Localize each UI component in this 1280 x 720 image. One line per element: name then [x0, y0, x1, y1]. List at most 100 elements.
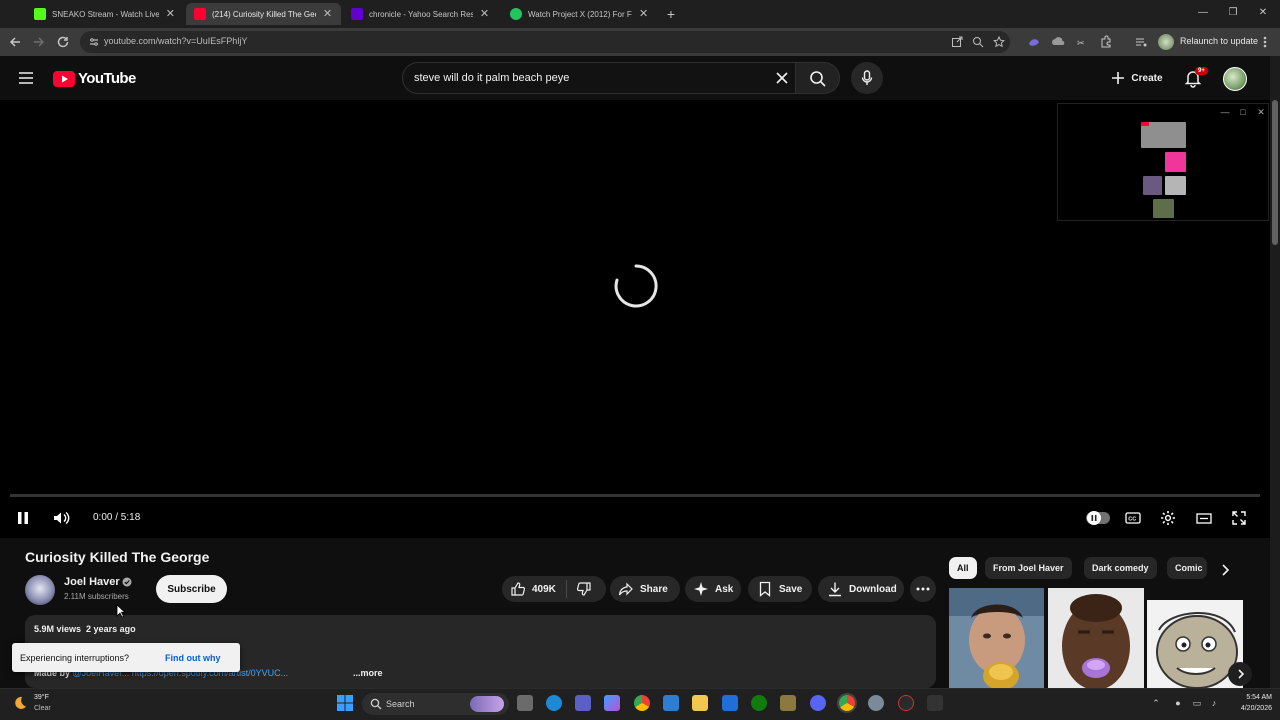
dislike-button[interactable]	[576, 581, 592, 597]
extensions-puzzle-icon[interactable]	[1099, 35, 1113, 49]
discord-icon[interactable]	[810, 695, 826, 711]
site-info-icon[interactable]	[88, 36, 100, 48]
close-window-icon[interactable]: ✕	[1256, 6, 1270, 20]
forward-arrow-icon[interactable]	[31, 34, 47, 50]
play-favicon-icon	[510, 8, 522, 20]
media-controls-icon[interactable]	[1134, 35, 1148, 49]
restore-window-icon[interactable]: ❐	[1226, 6, 1240, 20]
tab-close-icon[interactable]: ✕	[165, 8, 176, 20]
xbox-icon[interactable]	[751, 695, 767, 711]
chip-dark-comedy[interactable]: Dark comedy	[1084, 557, 1157, 579]
mini-tile-avatar	[1143, 176, 1162, 195]
share-label: Share	[640, 583, 668, 595]
mini-maximize-icon[interactable]: □	[1238, 107, 1248, 117]
volume-icon[interactable]	[52, 509, 70, 527]
channel-name[interactable]: Joel Haver	[64, 576, 120, 588]
account-avatar[interactable]	[1223, 67, 1247, 91]
zoom-icon[interactable]	[972, 36, 984, 48]
chip-comic[interactable]: Comic	[1167, 557, 1207, 579]
share-button[interactable]: Share	[610, 576, 680, 602]
mini-close-icon[interactable]: ✕	[1256, 107, 1266, 117]
bookmark-star-icon[interactable]	[993, 36, 1005, 48]
taskbar-search-box[interactable]	[362, 693, 509, 715]
epic-games-icon[interactable]	[927, 695, 943, 711]
extension-copilot-icon[interactable]	[1027, 35, 1041, 49]
game-app-icon[interactable]	[780, 695, 796, 711]
reload-icon[interactable]	[55, 34, 71, 50]
file-explorer-icon[interactable]	[692, 695, 708, 711]
kebab-menu-icon[interactable]	[1260, 35, 1270, 49]
download-button[interactable]: Download	[818, 576, 904, 602]
minimize-window-icon[interactable]: —	[1196, 6, 1210, 20]
youtube-logo[interactable]: YouTube	[53, 70, 136, 87]
svg-text:CC: CC	[1128, 517, 1136, 523]
search-button[interactable]	[796, 62, 840, 94]
pause-icon[interactable]	[15, 510, 31, 526]
copilot-icon[interactable]	[604, 695, 620, 711]
speaker-icon[interactable]: ♪	[1208, 697, 1220, 709]
settings-app-icon[interactable]	[868, 695, 884, 711]
tab-close-icon[interactable]: ✕	[322, 8, 333, 20]
chrome-active-icon[interactable]	[839, 695, 855, 711]
search-query-text: steve will do it palm beach peye	[414, 72, 570, 84]
clock-time[interactable]: 5:54 AM	[1232, 694, 1272, 701]
ask-button[interactable]: Ask	[685, 576, 741, 602]
like-button[interactable]: 409K	[502, 581, 556, 597]
settings-gear-icon[interactable]	[1160, 510, 1176, 526]
search-icon	[810, 71, 826, 87]
extension-letter-icon[interactable]: ✂	[1075, 35, 1089, 49]
edge-browser-icon[interactable]	[546, 695, 562, 711]
thumbnails-next-button[interactable]	[1228, 662, 1252, 686]
search-input[interactable]: steve will do it palm beach peye	[402, 62, 796, 94]
channel-avatar[interactable]	[25, 575, 55, 605]
profile-avatar-icon[interactable]	[1158, 34, 1174, 50]
steam-icon[interactable]	[898, 695, 914, 711]
ccleaner-icon[interactable]	[722, 695, 738, 711]
windows-start-icon[interactable]	[337, 695, 353, 711]
find-out-why-link[interactable]: Find out why	[165, 653, 221, 663]
scrollbar-thumb[interactable]	[1272, 100, 1278, 245]
create-button[interactable]: Create	[1103, 64, 1171, 92]
tab-sneako[interactable]: SNEAKO Stream - Watch Live o ✕	[26, 3, 184, 25]
microsoft-store-icon[interactable]	[663, 695, 679, 711]
recommended-thumbnail[interactable]	[949, 588, 1044, 688]
clear-search-icon[interactable]	[774, 70, 790, 86]
recommended-thumbnail[interactable]	[1048, 588, 1144, 688]
new-tab-icon[interactable]: +	[663, 6, 679, 22]
tab-project-x[interactable]: Watch Project X (2012) For Free ✕	[502, 3, 657, 25]
extension-cloud-icon[interactable]	[1051, 35, 1065, 49]
progress-bar[interactable]	[10, 494, 1260, 497]
chrome-icon[interactable]	[634, 695, 650, 711]
subscribe-button[interactable]: Subscribe	[156, 575, 227, 603]
teams-icon[interactable]	[575, 695, 591, 711]
tray-overflow-chevron-icon[interactable]: ⌃	[1150, 697, 1162, 709]
back-arrow-icon[interactable]	[7, 34, 23, 50]
closed-captions-icon[interactable]: CC	[1125, 510, 1141, 526]
voice-search-button[interactable]	[851, 62, 883, 94]
mini-tile-accent	[1141, 122, 1149, 126]
save-button[interactable]: Save	[748, 576, 812, 602]
chevron-right-icon[interactable]	[1218, 562, 1232, 578]
show-more-link[interactable]: ...more	[353, 668, 383, 678]
clock-date[interactable]: 4/20/2026	[1228, 705, 1272, 712]
theater-mode-icon[interactable]	[1196, 510, 1212, 526]
open-in-app-icon[interactable]	[951, 36, 963, 48]
network-icon[interactable]: ▭	[1191, 697, 1203, 709]
weather-moon-icon[interactable]	[12, 695, 28, 711]
fullscreen-icon[interactable]	[1231, 510, 1247, 526]
chip-all[interactable]: All	[949, 557, 977, 579]
tab-close-icon[interactable]: ✕	[479, 8, 490, 20]
relaunch-to-update-button[interactable]: Relaunch to update	[1180, 36, 1258, 46]
task-view-icon[interactable]	[517, 695, 533, 711]
tab-youtube[interactable]: (214) Curiosity Killed The Georg ✕	[186, 3, 341, 25]
view-stats: 5.9M views 2 years ago	[34, 624, 136, 634]
address-bar[interactable]: youtube.com/watch?v=UuIEsFPhljY	[80, 31, 1010, 53]
more-actions-button[interactable]	[910, 576, 936, 602]
tab-yahoo[interactable]: chronicle - Yahoo Search Resul ✕	[343, 3, 498, 25]
url-text[interactable]: youtube.com/watch?v=UuIEsFPhljY	[104, 36, 247, 46]
chip-from-channel[interactable]: From Joel Haver	[985, 557, 1072, 579]
hamburger-menu-icon[interactable]	[18, 70, 34, 86]
microphone-tray-icon[interactable]: ●	[1172, 697, 1184, 709]
mini-minimize-icon[interactable]: —	[1220, 107, 1230, 117]
tab-close-icon[interactable]: ✕	[638, 8, 649, 20]
